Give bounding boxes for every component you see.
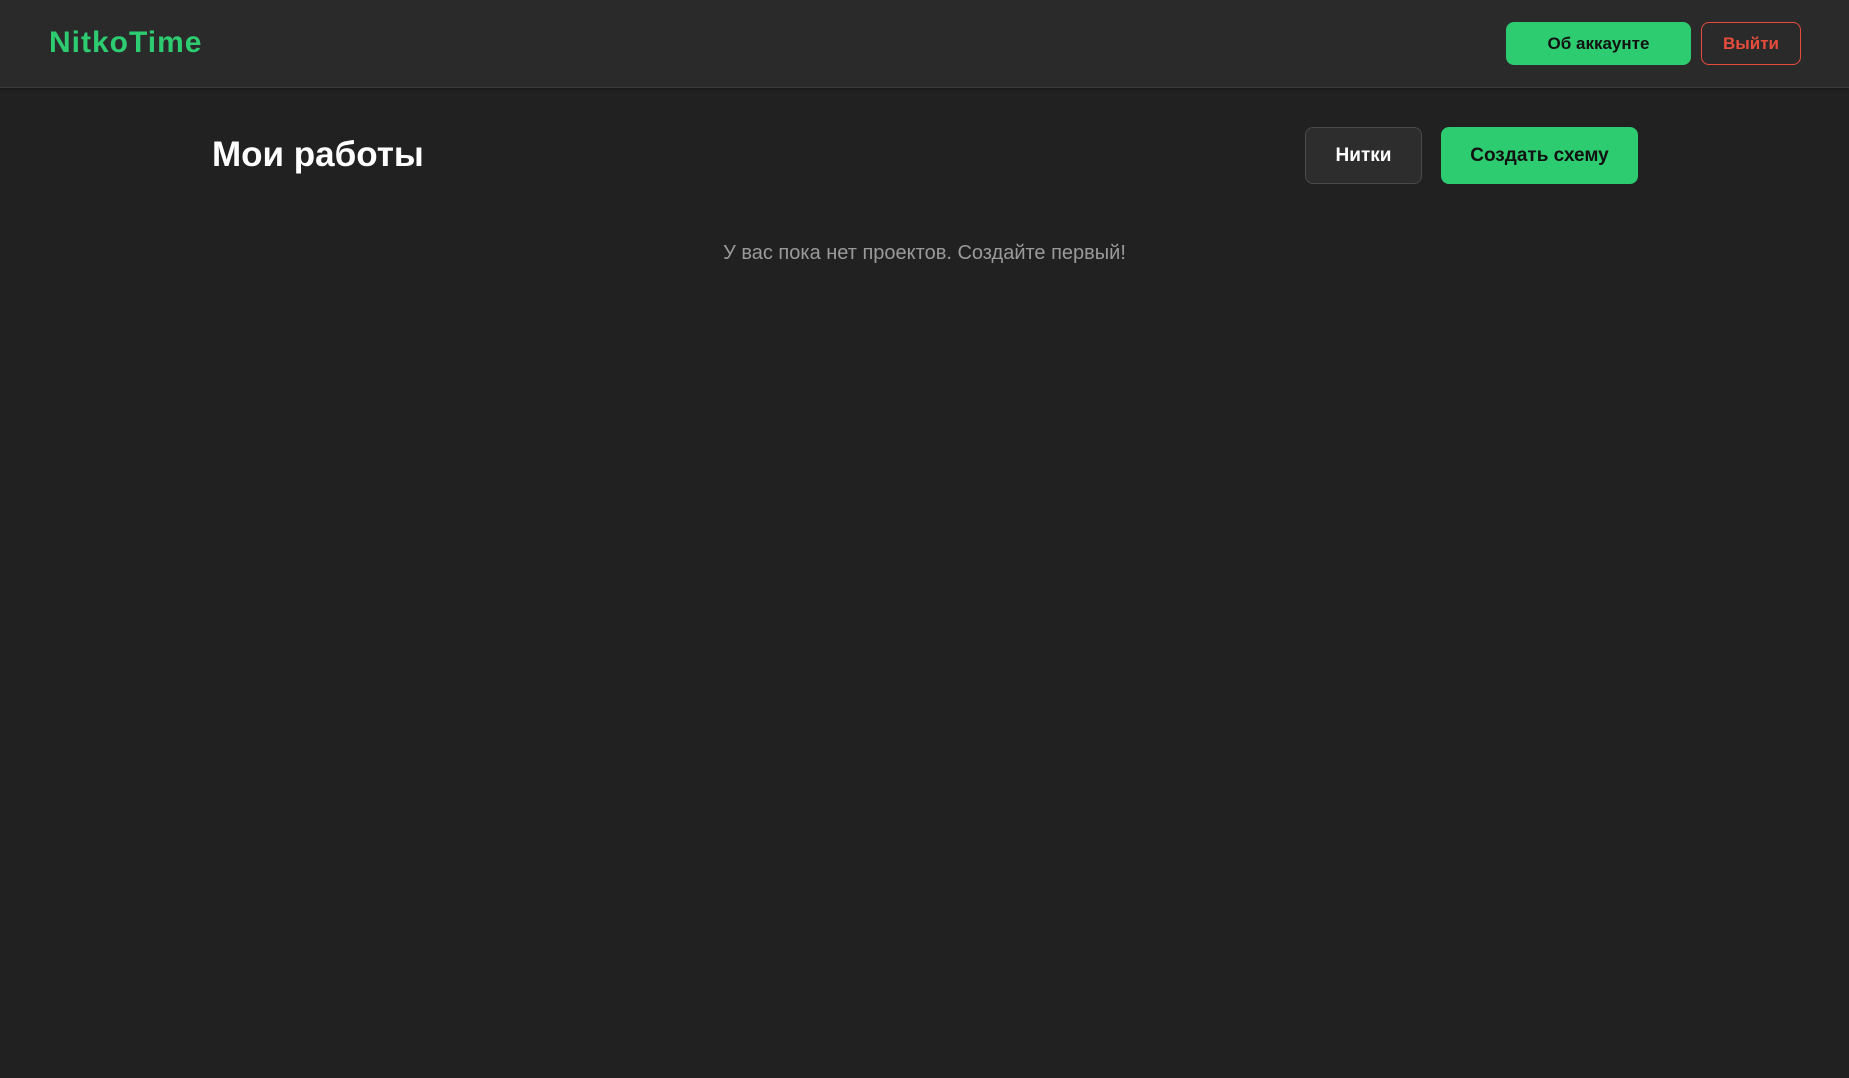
page-title: Мои работы bbox=[212, 135, 424, 174]
empty-projects-message: У вас пока нет проектов. Создайте первый… bbox=[723, 242, 1126, 264]
top-bar: NitkoTime Об аккаунте Выйти bbox=[0, 0, 1849, 88]
app-logo[interactable]: NitkoTime bbox=[49, 24, 202, 62]
app-root: NitkoTime Об аккаунте Выйти Мои работы Н… bbox=[0, 0, 1849, 1078]
logout-button[interactable]: Выйти bbox=[1701, 22, 1801, 65]
create-scheme-button[interactable]: Создать схему bbox=[1441, 127, 1638, 184]
threads-button[interactable]: Нитки bbox=[1305, 127, 1422, 184]
account-button[interactable]: Об аккаунте bbox=[1506, 22, 1691, 65]
